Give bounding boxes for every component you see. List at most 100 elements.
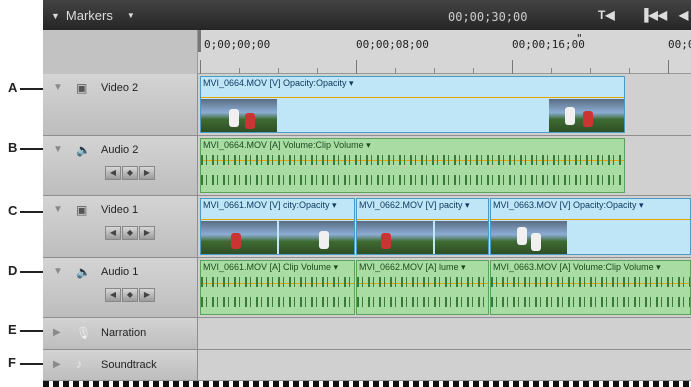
triangle-down-icon: ▼ — [51, 10, 60, 21]
thumbnail-person — [583, 111, 593, 127]
audio-clip[interactable]: MVI_0664.MOV [A] Volume:Clip Volume ▾ — [200, 138, 625, 193]
track-narration: ▶ 🎙 Narration — [43, 318, 691, 350]
microphone-icon: 🎙 — [76, 326, 92, 340]
video-clip[interactable]: MVI_0661.MOV [V] city:Opacity ▾ — [200, 198, 355, 255]
header-corner — [43, 30, 198, 74]
video-track-icon: ▣ — [76, 81, 88, 95]
audio-waveform — [201, 175, 624, 185]
next-keyframe-button[interactable]: ▶ — [139, 226, 155, 240]
track-soundtrack: ▶ ♪ Soundtrack — [43, 350, 691, 381]
track-header-narration: ▶ 🎙 Narration — [43, 318, 198, 349]
audio-clip[interactable]: MVI_0663.MOV [A] Volume:Clip Volume ▾ — [490, 260, 691, 315]
track-lane-video-2: MVI_0664.MOV [V] Opacity:Opacity ▾ — [198, 74, 691, 135]
video-track-icon: ▣ — [76, 203, 88, 217]
previous-keyframe-button[interactable]: ◀ — [105, 166, 121, 180]
callout-a: A — [8, 80, 18, 95]
set-in-button[interactable]: T◀ — [598, 8, 615, 22]
previous-keyframe-button[interactable]: ◀ — [105, 288, 121, 302]
torn-edge — [43, 381, 691, 387]
callout-f: F — [8, 355, 16, 370]
audio-waveform — [357, 297, 488, 307]
ruler-label-3: 00;0 — [668, 38, 691, 51]
markers-label: Markers — [65, 8, 113, 23]
thumbnail-person — [245, 113, 255, 129]
markers-menu[interactable]: ▼ Markers ▼ — [51, 8, 135, 23]
add-keyframe-button[interactable]: ◆ — [122, 166, 138, 180]
step-back-button[interactable]: ◀ — [679, 8, 688, 22]
time-ruler[interactable]: 0;00;00;00 00;00;08;00 00;00;16;00 " 00;… — [198, 30, 691, 74]
track-name: Audio 1 — [101, 266, 139, 278]
clip-thumbnail — [435, 221, 488, 254]
video-clip[interactable]: MVI_0663.MOV [V] Opacity:Opacity ▾ — [490, 198, 691, 255]
ruler-marker: " — [576, 32, 583, 45]
clip-label: MVI_0661.MOV [A] Clip Volume ▾ — [203, 262, 339, 272]
audio-clip[interactable]: MVI_0661.MOV [A] Clip Volume ▾ — [200, 260, 355, 315]
track-header-video-1: ▼ ▣ Video 1 ◀ ◆ ▶ — [43, 196, 198, 257]
thumbnail-person — [381, 233, 391, 249]
expand-triangle-icon[interactable]: ▼ — [53, 204, 63, 215]
video-clip[interactable]: MVI_0662.MOV [V] pacity ▾ — [356, 198, 489, 255]
speaker-icon: 🔈 — [76, 265, 91, 279]
clip-label: MVI_0661.MOV [V] city:Opacity ▾ — [203, 200, 337, 210]
clip-label: MVI_0663.MOV [V] Opacity:Opacity ▾ — [493, 200, 644, 210]
callout-b: B — [8, 140, 18, 155]
audio-waveform — [201, 277, 354, 287]
thumbnail-person — [565, 107, 575, 125]
ruler-label-2: 00;00;16;00 — [512, 38, 585, 51]
track-header-audio-1: ▼ 🔈 Audio 1 ◀ ◆ ▶ — [43, 258, 198, 317]
track-audio-1: ▼ 🔈 Audio 1 ◀ ◆ ▶ MVI_0661.MOV [A] Clip … — [43, 258, 691, 318]
callout-e: E — [8, 322, 17, 337]
track-name: Soundtrack — [101, 359, 157, 371]
expand-triangle-icon[interactable]: ▼ — [53, 144, 63, 155]
ruler-tick — [668, 60, 669, 74]
opacity-rubber-band[interactable] — [357, 219, 488, 220]
track-header-audio-2: ▼ 🔈 Audio 2 ◀ ◆ ▶ — [43, 136, 198, 195]
expand-triangle-icon[interactable]: ▼ — [53, 266, 63, 277]
audio-waveform — [357, 277, 488, 287]
ruler-tick — [356, 60, 357, 74]
clip-thumbnail — [279, 221, 354, 254]
track-header-soundtrack: ▶ ♪ Soundtrack — [43, 350, 198, 380]
go-to-start-button[interactable]: ▐◀◀ — [640, 8, 667, 22]
next-keyframe-button[interactable]: ▶ — [139, 288, 155, 302]
callout-d: D — [8, 263, 18, 278]
clip-label: MVI_0664.MOV [V] Opacity:Opacity ▾ — [203, 78, 354, 88]
dropdown-arrow-icon: ▼ — [126, 11, 135, 20]
keyframe-navigator: ◀ ◆ ▶ — [105, 288, 155, 302]
clip-thumbnail — [357, 221, 433, 254]
track-lane-video-1: MVI_0661.MOV [V] city:Opacity ▾ MVI_0662… — [198, 196, 691, 257]
opacity-rubber-band[interactable] — [491, 219, 690, 220]
add-keyframe-button[interactable]: ◆ — [122, 226, 138, 240]
callout-c: C — [8, 203, 18, 218]
previous-keyframe-button[interactable]: ◀ — [105, 226, 121, 240]
track-video-2: ▼ ▣ Video 2 MVI_0664.MOV [V] Opacity:Opa… — [43, 74, 691, 136]
opacity-rubber-band[interactable] — [201, 219, 354, 220]
add-keyframe-button[interactable]: ◆ — [122, 288, 138, 302]
video-clip[interactable]: MVI_0664.MOV [V] Opacity:Opacity ▾ — [200, 76, 625, 133]
audio-waveform — [491, 277, 690, 287]
clip-thumbnail — [549, 99, 624, 132]
ruler-tick — [512, 60, 513, 74]
track-audio-2: ▼ 🔈 Audio 2 ◀ ◆ ▶ MVI_0664.MOV [A] Volum… — [43, 136, 691, 196]
track-video-1: ▼ ▣ Video 1 ◀ ◆ ▶ MVI_0661.MOV [V] city:… — [43, 196, 691, 258]
ruler-tick — [200, 60, 201, 74]
keyframe-navigator: ◀ ◆ ▶ — [105, 166, 155, 180]
track-lane-audio-2: MVI_0664.MOV [A] Volume:Clip Volume ▾ — [198, 136, 691, 195]
track-lane-audio-1: MVI_0661.MOV [A] Clip Volume ▾ MVI_0662.… — [198, 258, 691, 317]
audio-waveform — [491, 297, 690, 307]
current-timecode[interactable]: 00;00;30;00 — [448, 10, 527, 24]
audio-clip[interactable]: MVI_0662.MOV [A] lume ▾ — [356, 260, 489, 315]
expand-triangle-icon[interactable]: ▼ — [53, 82, 63, 93]
ruler-label-0: 0;00;00;00 — [204, 38, 271, 51]
timeline-panel: ▼ Markers ▼ 00;00;30;00 T◀ ▐◀◀ ◀ 0;00;00… — [43, 0, 691, 387]
keyframe-navigator: ◀ ◆ ▶ — [105, 226, 155, 240]
track-name: Narration — [101, 327, 147, 339]
speaker-icon: 🔈 — [76, 143, 91, 157]
playhead[interactable] — [198, 30, 201, 52]
next-keyframe-button[interactable]: ▶ — [139, 166, 155, 180]
collapse-triangle-icon[interactable]: ▶ — [53, 327, 61, 338]
collapse-triangle-icon[interactable]: ▶ — [53, 359, 61, 370]
opacity-rubber-band[interactable] — [201, 97, 624, 98]
clip-label: MVI_0662.MOV [V] pacity ▾ — [359, 200, 470, 210]
track-name: Audio 2 — [101, 144, 139, 156]
